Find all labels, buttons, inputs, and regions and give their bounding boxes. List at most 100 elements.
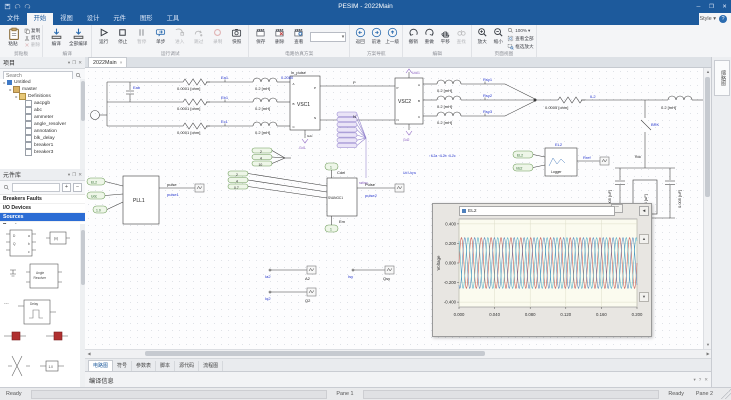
tree-item-Untitled[interactable]: ▸Untitled [0,79,80,86]
scheme-combobox[interactable]: ▾ [310,32,346,42]
sheet-tab-parameters[interactable]: 参数表 [132,361,156,371]
compile-button[interactable]: 编译 [45,26,67,46]
scheme-delete-button[interactable]: 删除 [270,26,289,44]
single-step-button[interactable]: 单步 [151,26,170,44]
tab-close-icon[interactable]: × [120,60,123,65]
category-breakers-faults[interactable]: Breakers Faults [0,195,85,204]
tab-file[interactable]: 文件 [0,13,27,25]
tree-item-Definitions[interactable]: ▸Definitions [0,93,80,100]
group-label: 页面视图 [474,50,533,57]
close-button[interactable]: ✕ [718,0,731,13]
tab-home[interactable]: 开始 [27,13,54,25]
tab-tools[interactable]: 工具 [160,13,187,25]
tree-item-aacpgb[interactable]: aacpgb [0,100,80,107]
record-button[interactable]: 录制 [208,26,227,44]
circuit-label: Ia2 [265,274,271,279]
panel-float-icon[interactable]: ❐ [72,172,76,178]
compile-all-button[interactable]: 全部编译 [67,26,89,46]
tree-item-abc[interactable]: abc [0,107,80,114]
step-over-button[interactable]: 跳过 [189,26,208,44]
library-search-input[interactable] [12,183,60,192]
cut-button[interactable]: 剪切 [24,35,40,41]
stop-button[interactable]: 停止 [113,26,132,44]
collapse-icon[interactable]: ▾ [693,377,695,383]
zoom-out-button[interactable]: 缩小 [490,26,506,44]
plot-scroll-up-icon[interactable]: ▲ [639,234,649,244]
zoom-level-dropdown[interactable]: 100% ▾ [507,27,533,34]
minimize-button[interactable]: ─ [692,0,705,13]
sheet-tab-source[interactable]: 源代码 [175,361,199,371]
circuit-label: 2 [260,150,262,154]
tab-view[interactable]: 视图 [53,13,80,25]
undo-icon[interactable] [14,3,21,10]
find-button[interactable]: 查找 [453,26,469,44]
resize-grip[interactable] [721,389,731,399]
panel-float-icon[interactable]: ❐ [72,60,76,66]
tab-design[interactable]: 设计 [80,13,107,25]
panel-close-icon[interactable]: ✕ [78,172,82,178]
document-tab-2022main[interactable]: 2022Main× [88,57,127,67]
tree-item-breaker1[interactable]: breaker1 [0,142,80,149]
svg-text:0.120: 0.120 [560,312,571,317]
plot-scroll-down-icon[interactable]: ▼ [639,292,649,302]
scheme-view-button[interactable]: 查看 [289,26,308,44]
sheet-tab-flow[interactable]: 流程图 [199,361,223,371]
snapshot-button[interactable]: 快照 [227,26,246,44]
save-icon[interactable] [4,3,11,10]
maximize-button[interactable]: ❐ [705,0,718,13]
undo-button[interactable]: 撤销 [405,26,421,44]
pause-button[interactable]: 暂停 [132,26,151,44]
scheme-save-button[interactable]: 保存 [251,26,270,44]
svg-text:0.080: 0.080 [525,312,536,317]
tab-graphics[interactable]: 图形 [133,13,160,25]
run-button[interactable]: 运行 [94,26,113,44]
library-add-button[interactable]: + [62,183,71,192]
tree-item-master[interactable]: ▸master [0,86,80,93]
category-io-devices[interactable]: I/O Devices [0,204,85,213]
nav-back-button[interactable]: 返回 [352,26,368,44]
main-area: 2022Main× 0.0001 [ohm]0.0001 [ohm]0.0001… [85,57,712,388]
sheet-tab-symbol[interactable]: 符号 [113,361,132,371]
delete-button[interactable]: 删除 [24,42,40,48]
breaker3-component[interactable] [54,332,62,340]
redo-button[interactable]: 重做 [421,26,437,44]
paste-button[interactable]: 粘贴 [2,26,24,46]
scroll-left-icon[interactable]: ◀ [85,350,93,358]
tree-item-breaker3[interactable]: breaker3 [0,149,80,156]
fit-all-button[interactable]: 查看全部 [507,35,533,42]
schematic-canvas[interactable]: 0.0001 [ohm]0.0001 [ohm]0.0001 [ohm]0.2 … [85,68,712,349]
thyristor-component[interactable] [12,356,22,376]
help-icon[interactable]: ? [719,15,727,23]
sheet-tab-script[interactable]: 脚本 [156,361,175,371]
zoom-rect-button[interactable]: 框选放大 [507,43,533,50]
style-dropdown[interactable]: Style ▾ [699,16,716,22]
definition-icon [25,121,32,128]
breaker-component[interactable] [12,332,20,340]
thumbnail-side-tab[interactable]: 缩略图 [714,60,730,96]
tree-item-annotation[interactable]: annotation [0,128,80,135]
nav-up-button[interactable]: 上一级 [384,26,400,44]
panel-menu-icon[interactable]: ▾ [68,172,70,178]
canvas-hscrollbar[interactable]: ◀ ▶ [85,349,712,358]
circuit-label: N [397,118,399,122]
pan-button[interactable]: 平移 [437,26,453,44]
nav-forward-button[interactable]: 前进 [368,26,384,44]
tree-item-ammeter[interactable]: ammeter [0,114,80,121]
tree-item-angle_resolver[interactable]: angle_resolver [0,121,80,128]
panel-help-icon[interactable]: ? [699,377,702,383]
panel-menu-icon[interactable]: ▾ [68,60,70,66]
library-remove-button[interactable]: − [73,183,82,192]
tree-item-blk_delay[interactable]: blk_delay [0,135,80,142]
circuit-label: 0.2 [mH] [437,120,452,125]
waveform-plot-window[interactable]: ─ EL2 ◄ 0.0000.0400.0800.1200.1600.2000.… [432,203,652,337]
step-into-button[interactable]: 进入 [170,26,189,44]
svg-text:⁎⁎⁎: ⁎⁎⁎ [4,301,9,305]
copy-button[interactable]: 复制 [24,28,40,34]
zoom-in-button[interactable]: 放大 [474,26,490,44]
panel-close-icon[interactable]: ✕ [78,60,82,66]
tab-components[interactable]: 元件 [106,13,133,25]
panel-close-icon[interactable]: ✕ [704,377,708,383]
category-sources[interactable]: Sources [0,213,85,222]
sheet-tab-circuit[interactable]: 电路图 [88,360,113,371]
redo-icon[interactable] [24,3,31,10]
